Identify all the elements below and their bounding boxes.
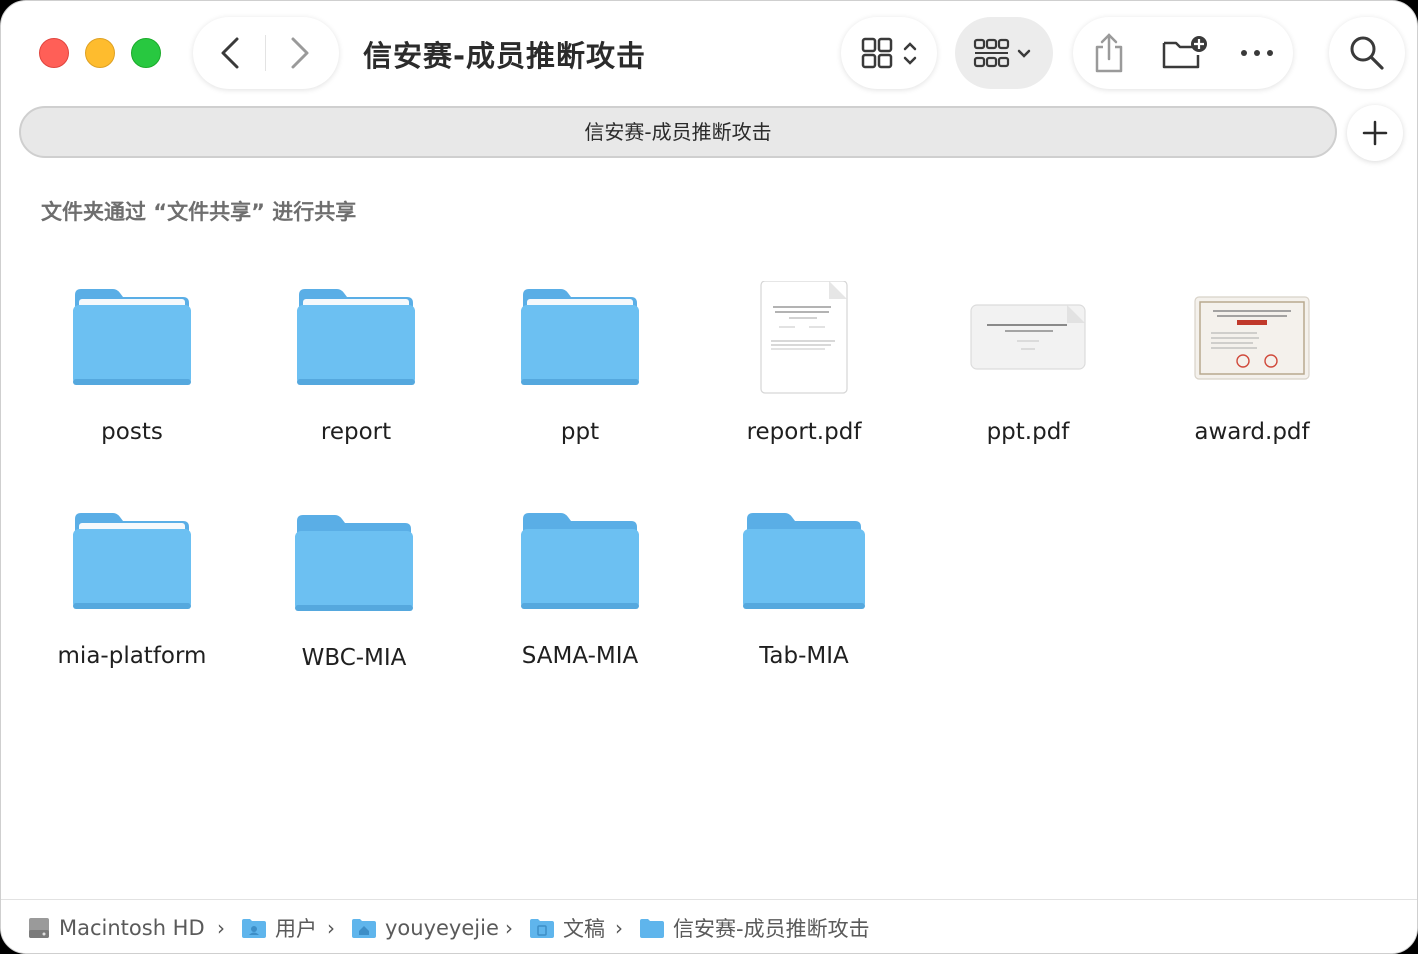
view-mode-button[interactable]: [841, 17, 937, 89]
path-item-label: 用户: [275, 917, 317, 941]
folder-icon: [743, 513, 865, 609]
back-button[interactable]: [211, 33, 251, 73]
users-folder-icon: [242, 919, 266, 938]
more-options-icon[interactable]: [1239, 47, 1275, 59]
folder-icon: [295, 515, 413, 611]
window-title: 信安赛-成员推断攻击: [363, 39, 647, 73]
toolbar: 信安赛-成员推断攻击: [1, 1, 1417, 101]
folder-mia-platform[interactable]: mia-platform: [20, 505, 244, 705]
item-label: report: [320, 419, 392, 445]
tab-label: 信安赛-成员推断攻击: [584, 120, 772, 144]
file-report-pdf[interactable]: report.pdf: [692, 281, 916, 481]
close-button[interactable]: [39, 38, 69, 68]
chevron-left-icon: [221, 37, 239, 69]
file-award-pdf[interactable]: award.pdf: [1140, 281, 1364, 481]
file-ppt-pdf[interactable]: ppt.pdf: [916, 281, 1140, 481]
item-label: SAMA-MIA: [521, 643, 639, 669]
item-label: posts: [101, 419, 163, 445]
path-separator: ›: [505, 916, 513, 940]
path-item-label: Macintosh HD: [59, 916, 205, 940]
search-button[interactable]: [1329, 17, 1405, 89]
item-label: WBC-MIA: [301, 645, 407, 671]
path-item-label: youyeyejie: [385, 916, 499, 940]
path-item-label: 文稿: [563, 917, 605, 941]
item-label: mia-platform: [57, 643, 207, 669]
group-grid-icon: [973, 38, 1031, 68]
path-separator: ›: [217, 916, 225, 940]
pdf-document-thumbnail-icon: [760, 281, 848, 394]
item-label: ppt: [560, 419, 600, 445]
item-label: report.pdf: [746, 419, 862, 445]
folder-sama-mia[interactable]: SAMA-MIA: [468, 505, 692, 705]
home-folder-icon: [352, 919, 376, 938]
path-item-macintosh-hd[interactable]: Macintosh HD: [27, 914, 205, 942]
minimize-button[interactable]: [85, 38, 115, 68]
path-separator: ›: [615, 916, 623, 940]
tab-current[interactable]: 信安赛-成员推断攻击: [19, 106, 1337, 158]
finder-window: 信安赛-成员推断攻击 信安赛-成员推断攻击 文件夹通过 “文件共享” 进行共享 …: [0, 0, 1418, 954]
folder-icon: [640, 919, 664, 938]
folder-tab-mia[interactable]: Tab-MIA: [692, 505, 916, 705]
folder-wbc-mia[interactable]: WBC-MIA: [242, 507, 466, 707]
documents-folder-icon: [530, 919, 554, 938]
path-item-current-folder[interactable]: 信安赛-成员推断攻击: [639, 914, 870, 942]
path-separator: ›: [327, 916, 335, 940]
folder-icon: [297, 289, 415, 385]
folder-icon: [73, 289, 191, 385]
path-item-home[interactable]: youyeyejie: [351, 914, 499, 942]
pdf-certificate-thumbnail-icon: [1194, 296, 1310, 380]
nav-divider: [265, 35, 266, 71]
folder-ppt[interactable]: ppt: [468, 281, 692, 481]
folder-posts[interactable]: posts: [20, 281, 244, 481]
folder-icon: [521, 513, 639, 609]
group-by-button[interactable]: [955, 17, 1053, 89]
plus-icon: [1362, 120, 1388, 146]
path-item-documents[interactable]: 文稿: [529, 914, 605, 942]
new-tab-button[interactable]: [1347, 105, 1403, 161]
maximize-button[interactable]: [131, 38, 161, 68]
folder-icon: [521, 289, 639, 385]
path-bar: Macintosh HD › 用户 › youyeyejie › 文稿 › 信安…: [1, 899, 1417, 953]
icon-grid-view-icon: [861, 37, 917, 69]
search-icon: [1350, 36, 1384, 70]
actions-group: [1073, 17, 1293, 89]
folder-icon: [73, 513, 191, 609]
share-icon[interactable]: [1093, 31, 1125, 75]
item-label: award.pdf: [1194, 419, 1310, 445]
pdf-slide-thumbnail-icon: [970, 304, 1086, 370]
navigation-group: [193, 17, 339, 89]
path-item-users[interactable]: 用户: [241, 914, 317, 942]
item-label: ppt.pdf: [986, 419, 1070, 445]
folder-report[interactable]: report: [244, 281, 468, 481]
chevron-right-icon: [291, 37, 309, 69]
new-folder-icon[interactable]: [1161, 35, 1209, 71]
hard-drive-icon: [29, 918, 49, 938]
forward-button[interactable]: [281, 33, 321, 73]
shared-notice: 文件夹通过 “文件共享” 进行共享: [41, 200, 357, 224]
path-item-label: 信安赛-成员推断攻击: [673, 917, 870, 941]
item-label: Tab-MIA: [759, 643, 849, 669]
